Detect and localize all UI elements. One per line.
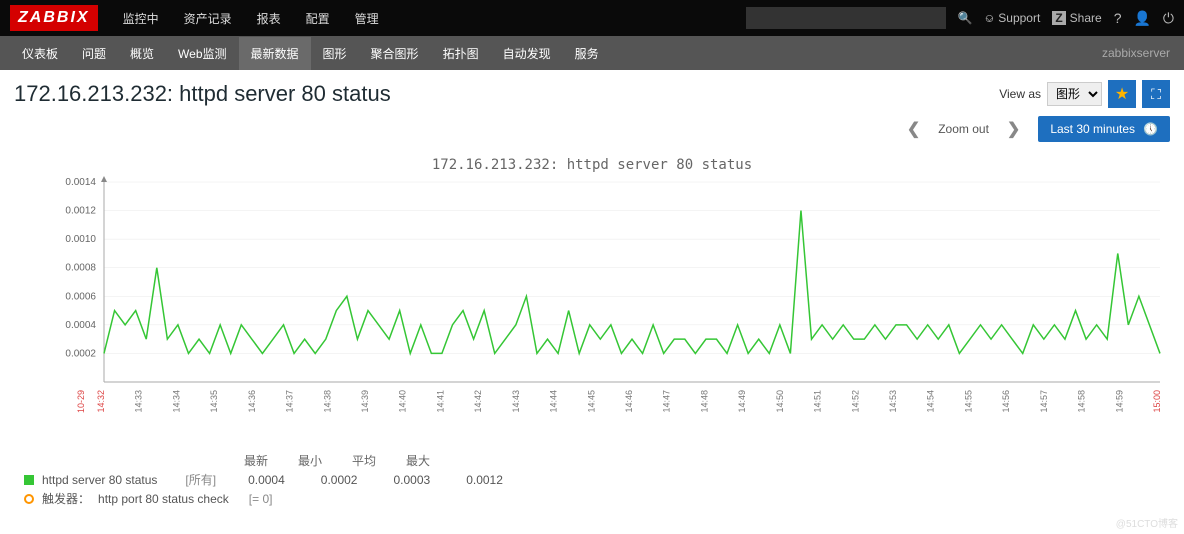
legend-series-name: httpd server 80 status: [42, 473, 157, 487]
topnav-item[interactable]: 配置: [296, 2, 340, 35]
svg-text:14:36: 14:36: [247, 390, 257, 413]
svg-text:14:58: 14:58: [1077, 390, 1087, 413]
trigger-label: 触发器：: [42, 490, 90, 507]
svg-text:14:57: 14:57: [1039, 390, 1049, 413]
content: 172.16.213.232: httpd server 80 status V…: [0, 70, 1184, 522]
view-as-select[interactable]: 图形: [1047, 82, 1102, 106]
view-as-control: View as 图形 ★ ⛶: [999, 80, 1170, 108]
support-link[interactable]: ⎉ Support: [985, 11, 1041, 26]
subnav-item[interactable]: 最新数据: [239, 37, 311, 70]
subnav-item[interactable]: 问题: [70, 37, 118, 70]
subnav-item[interactable]: 仪表板: [10, 37, 70, 70]
svg-text:14:47: 14:47: [662, 390, 672, 413]
svg-text:14:49: 14:49: [737, 390, 747, 413]
svg-text:15:00: 15:00: [1152, 390, 1162, 413]
svg-text:0.0014: 0.0014: [65, 177, 96, 188]
chart-svg: 0.0002 0.0004 0.0006 0.0008 0.0010 0.0012 0.00…: [14, 152, 1170, 452]
svg-text:14:44: 14:44: [549, 390, 559, 413]
svg-text:14:33: 14:33: [134, 390, 144, 413]
legend-stat-values: 0.00040.00020.00030.0012: [248, 473, 503, 487]
time-nav: ❮ Zoom out ❯ Last 30 minutes 🕔: [14, 116, 1170, 142]
svg-text:14:59: 14:59: [1114, 390, 1124, 413]
svg-text:14:43: 14:43: [511, 390, 521, 413]
power-icon[interactable]: ⏻: [1163, 10, 1174, 27]
svg-text:14:51: 14:51: [813, 390, 823, 413]
svg-text:14:45: 14:45: [586, 390, 596, 413]
svg-text:14:56: 14:56: [1001, 390, 1011, 413]
svg-text:14:52: 14:52: [850, 390, 860, 413]
svg-text:0.0012: 0.0012: [65, 206, 96, 217]
legend-trigger: 触发器： http port 80 status check [= 0]: [24, 490, 1170, 507]
subnav-item[interactable]: 拓扑图: [431, 37, 491, 70]
topnav-item[interactable]: 资产记录: [174, 2, 242, 35]
search-icon[interactable]: 🔍: [958, 11, 973, 25]
subnav-item[interactable]: 图形: [311, 37, 359, 70]
subnav-item[interactable]: 自动发现: [491, 37, 563, 70]
svg-text:14:32: 14:32: [96, 390, 106, 413]
svg-text:14:53: 14:53: [888, 390, 898, 413]
favorite-button[interactable]: ★: [1108, 80, 1136, 108]
fullscreen-button[interactable]: ⛶: [1142, 80, 1170, 108]
help-icon[interactable]: ?: [1114, 10, 1122, 26]
svg-text:14:40: 14:40: [398, 390, 408, 413]
hostname-label: zabbixserver: [1102, 46, 1170, 60]
legend-color-swatch: [24, 475, 34, 485]
watermark: @51CTO博客: [1116, 515, 1178, 530]
subnav: 仪表板问题概览Web监测最新数据图形聚合图形拓扑图自动发现服务: [10, 37, 1102, 70]
topnav: 监控中资产记录报表配置管理: [113, 2, 746, 35]
svg-text:14:42: 14:42: [473, 390, 483, 413]
svg-text:14:48: 14:48: [699, 390, 709, 413]
topnav-item[interactable]: 管理: [345, 2, 389, 35]
legend-filter: [所有]: [185, 471, 216, 488]
chart: 172.16.213.232: httpd server 80 status 0…: [14, 152, 1170, 512]
search-input[interactable]: [746, 7, 946, 29]
topbar: ZABBIX 监控中资产记录报表配置管理 🔍 ⎉ Support Z Share…: [0, 0, 1184, 36]
svg-text:14:50: 14:50: [775, 390, 785, 413]
svg-text:0.0010: 0.0010: [65, 234, 96, 245]
svg-text:0.0004: 0.0004: [65, 320, 96, 331]
subnav-item[interactable]: 服务: [563, 37, 611, 70]
view-as-label: View as: [999, 87, 1041, 101]
subnav-item[interactable]: 聚合图形: [359, 37, 431, 70]
trigger-icon: [24, 494, 34, 504]
svg-text:14:39: 14:39: [360, 390, 370, 413]
svg-text:14:35: 14:35: [209, 390, 219, 413]
svg-text:14:46: 14:46: [624, 390, 634, 413]
svg-text:10-29: 10-29: [76, 390, 86, 413]
svg-text:0.0008: 0.0008: [65, 263, 96, 274]
top-right: 🔍 ⎉ Support Z Share ? 👤 ⏻: [746, 7, 1174, 29]
user-icon[interactable]: 👤: [1133, 10, 1150, 27]
legend-stat-labels: 最新最小平均最大: [244, 452, 1170, 469]
topnav-item[interactable]: 监控中: [113, 2, 169, 35]
trigger-text: http port 80 status check: [98, 492, 229, 506]
svg-text:0.0006: 0.0006: [65, 291, 96, 302]
page-title: 172.16.213.232: httpd server 80 status: [14, 81, 999, 107]
svg-text:14:38: 14:38: [322, 390, 332, 413]
svg-text:0.0002: 0.0002: [65, 348, 96, 359]
topnav-item[interactable]: 报表: [247, 2, 291, 35]
time-next-icon[interactable]: ❯: [1007, 119, 1020, 139]
time-prev-icon[interactable]: ❮: [907, 119, 920, 139]
svg-text:14:34: 14:34: [171, 390, 181, 413]
trigger-cond: [= 0]: [249, 492, 273, 506]
share-link[interactable]: Z Share: [1052, 11, 1101, 25]
clock-icon: 🕔: [1143, 122, 1158, 136]
zoom-out-button[interactable]: Zoom out: [938, 122, 989, 136]
subnav-item[interactable]: Web监测: [166, 37, 238, 70]
legend-series: httpd server 80 status [所有] 0.00040.0002…: [24, 471, 1170, 488]
svg-text:14:37: 14:37: [285, 390, 295, 413]
subbar: 仪表板问题概览Web监测最新数据图形聚合图形拓扑图自动发现服务 zabbixse…: [0, 36, 1184, 70]
time-range-button[interactable]: Last 30 minutes 🕔: [1038, 116, 1170, 142]
chart-title: 172.16.213.232: httpd server 80 status: [14, 157, 1170, 173]
svg-text:14:55: 14:55: [963, 390, 973, 413]
svg-text:14:41: 14:41: [435, 390, 445, 413]
logo[interactable]: ZABBIX: [10, 5, 98, 31]
svg-text:14:54: 14:54: [926, 390, 936, 413]
